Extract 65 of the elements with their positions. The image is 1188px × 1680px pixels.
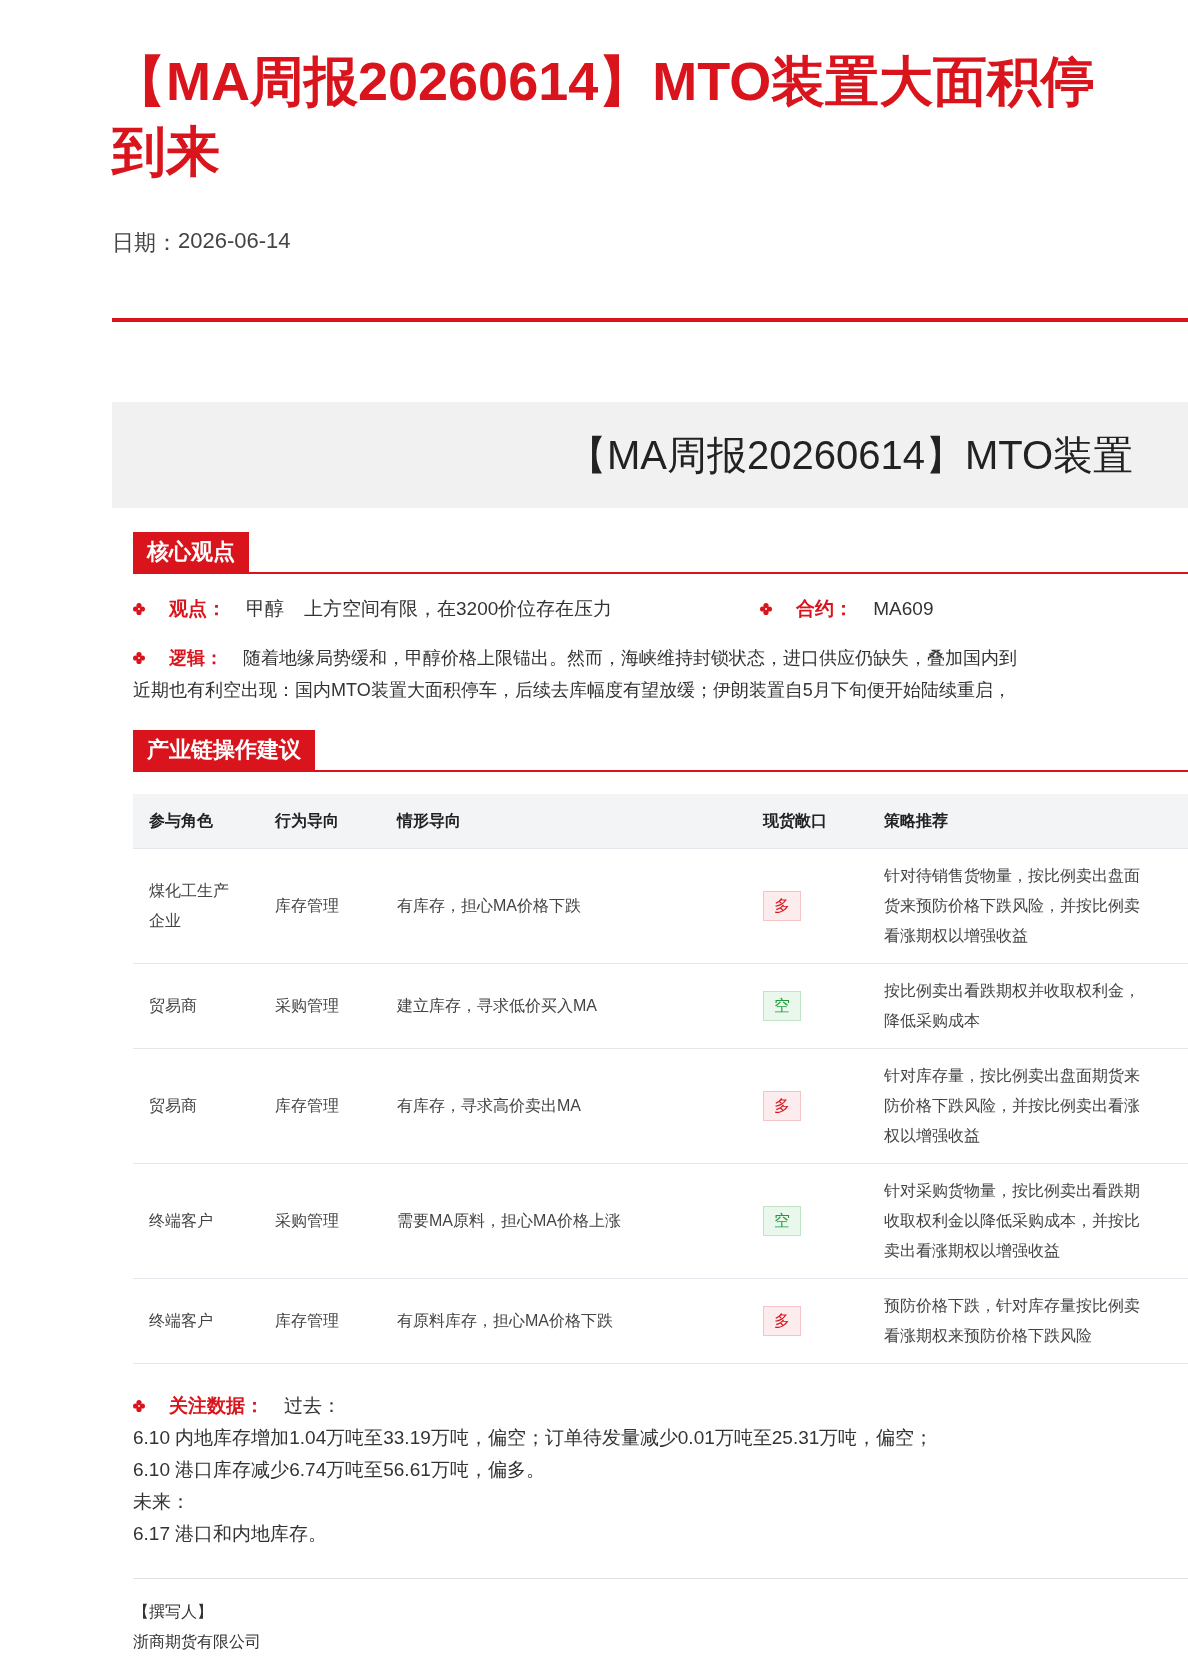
logic-text: 近期也有利空出现：国内MTO装置大面积停车，后续去库幅度有望放缓；伊朗装置自5月下旬便开始陆续重启， [133,679,1012,702]
table-cell-text: 有库存，担心MA价格下跌 [397,896,582,916]
strategy-text: 卖出看涨期权以增强收益 [884,1241,1061,1261]
strategy-text: 按比例卖出看跌期权并收取权利金， [884,981,1141,1001]
flower-bullet-icon [133,603,145,615]
contract-value: MA609 [873,598,934,620]
watch-text: 6.10 内地库存增加1.04万吨至33.19万吨，偏空；订单待发量减少0.01万吨至25.31万吨，偏空； [133,1426,935,1450]
column-header: 现货敞口 [763,811,828,832]
field-label: 观点： [169,597,226,621]
commodity-name: 甲醇 [246,597,284,621]
table-cell-text: 终端客户 [149,1311,214,1331]
table-cell-text: 贸易商 [149,996,198,1016]
strategy-text: 针对采购货物量，按比例卖出看跌期 [884,1181,1141,1201]
table-cell-text: 需要MA原料，担心MA价格上涨 [397,1211,622,1231]
section-heading: 核心观点 [133,532,249,572]
strategy-text: 预防价格下跌，针对库存量按比例卖 [884,1296,1141,1316]
table-cell-text: 库存管理 [275,1096,340,1116]
table-cell-text: 采购管理 [275,996,340,1016]
table-cell-text: 贸易商 [149,1096,198,1116]
table-cell-text: 煤化工生产 企业 [149,881,230,931]
logic-text: 随着地缘局势缓和，甲醇价格上限锚出。然而，海峡维持封锁状态，进口供应仍缺失，叠加国内到 [243,647,1017,670]
exposure-tag: 多 [763,1306,801,1336]
strategy-text: 针对库存量，按比例卖出盘面期货来 [884,1066,1141,1086]
strategy-text: 收取权利金以降低采购成本，并按比 [884,1211,1141,1231]
strategy-text: 降低采购成本 [884,1011,981,1031]
watch-text: 6.17 港口和内地库存。 [133,1522,329,1546]
view-text: 上方空间有限，在3200价位存在压力 [304,597,613,621]
exposure-tag: 多 [763,1091,801,1121]
table-cell-text: 终端客户 [149,1211,214,1231]
table-cell-text: 有原料库存，担心MA价格下跌 [397,1311,614,1331]
column-header: 情形导向 [397,811,462,831]
field-label: 合约： [796,597,854,621]
flower-bullet-icon [133,652,145,664]
author-label: 【撰写人】 [133,1602,214,1622]
field-label: 逻辑： [169,647,223,670]
exposure-tag: 空 [763,1206,801,1236]
flower-bullet-icon [133,1400,145,1412]
company-name: 浙商期货有限公司 [133,1632,262,1652]
exposure-tag: 空 [763,991,801,1021]
column-header: 参与角色 [149,811,214,831]
flower-bullet-icon [760,603,773,615]
watch-text: 6.10 港口库存减少6.74万吨至56.61万吨，偏多。 [133,1458,546,1482]
column-header: 策略推荐 [884,811,949,831]
page-title: 【MA周报20260614】MTO装置大面积停 [112,50,1096,113]
strategy-text: 看涨期权来预防价格下跌风险 [884,1326,1093,1346]
strategy-text: 防价格下跌风险，并按比例卖出看涨 [884,1096,1141,1116]
page-title: 到来 [112,120,220,183]
table-cell-text: 采购管理 [275,1211,340,1231]
section-heading: 产业链操作建议 [133,730,315,770]
strategy-text: 权以增强收益 [884,1126,981,1146]
strategy-text: 货来预防价格下跌风险，并按比例卖 [884,896,1141,916]
strategy-text: 针对待销售货物量，按比例卖出盘面 [884,866,1141,886]
table-cell-text: 有库存，寻求高价卖出MA [397,1096,582,1116]
banner-title: 【MA周报20260614】MTO装置 [567,431,1134,479]
strategy-text: 看涨期权以增强收益 [884,926,1029,946]
field-label: 关注数据： [169,1394,264,1418]
table-cell-text: 库存管理 [275,1311,340,1331]
table-cell-text: 库存管理 [275,896,340,916]
column-header: 行为导向 [275,811,340,831]
table-cell-text: 建立库存，寻求低价买入MA [397,996,598,1016]
watch-text: 未来： [133,1490,191,1514]
exposure-tag: 多 [763,891,801,921]
date-value: 2026-06-14 [178,228,291,255]
date-label: 日期： [112,229,178,257]
watch-text: 过去： [284,1394,341,1418]
